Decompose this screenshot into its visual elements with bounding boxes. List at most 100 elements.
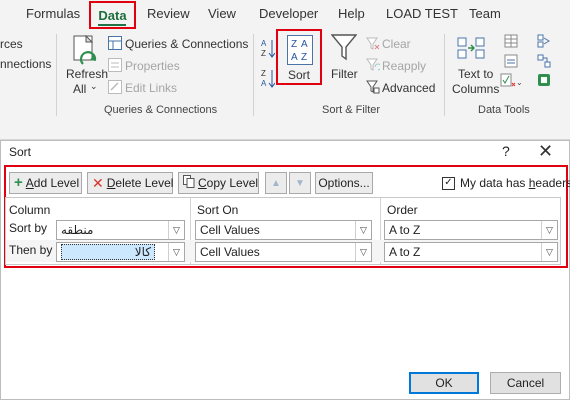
svg-text:Z: Z [261, 69, 266, 78]
separator [56, 34, 57, 116]
properties-icon [108, 58, 122, 77]
filter-button[interactable]: Filter [331, 67, 358, 81]
header-sort-on: Sort On [197, 203, 239, 217]
consolidate-icon[interactable] [537, 34, 551, 53]
order-select-value: A to Z [389, 245, 421, 259]
copy-level-button[interactable]: Copy Level [178, 172, 259, 194]
text-to-columns-label-2[interactable]: Columns [452, 82, 499, 96]
data-validation-icon[interactable]: ⌄ [500, 73, 523, 92]
sort-dialog: Sort ? ✕ + Add Level ✕ Delete Level Copy… [0, 140, 570, 400]
connections-label[interactable]: nnections [0, 57, 51, 71]
sort-on-select-value: Cell Values [200, 223, 260, 237]
add-level-button[interactable]: + Add Level [9, 172, 82, 194]
clear-button[interactable]: Clear [382, 37, 411, 51]
separator [253, 34, 254, 116]
tab-load-test[interactable]: LOAD TEST [386, 6, 458, 21]
column-select-value: كالا [61, 244, 155, 260]
tab-team[interactable]: Team [469, 6, 501, 21]
sort-button[interactable]: Z A A Z Sort [276, 29, 322, 85]
filter-icon[interactable] [330, 33, 358, 66]
order-select-row-2[interactable]: A to Z ▽ [384, 242, 558, 262]
refresh-all-label-2[interactable]: All [73, 82, 86, 96]
svg-text:A: A [261, 39, 267, 48]
text-to-columns-label[interactable]: Text to [458, 67, 493, 81]
chevron-down-icon[interactable]: ▽ [541, 243, 557, 261]
svg-text:A: A [291, 52, 298, 63]
sort-z-to-a-icon[interactable]: ZA [261, 68, 276, 95]
help-icon[interactable]: ? [502, 143, 510, 159]
move-down-button[interactable]: ▼ [289, 172, 311, 194]
sort-icon: Z A A Z [287, 35, 313, 70]
manage-data-model-icon[interactable] [537, 73, 551, 92]
column-select-row-1[interactable]: منطقه ▽ [56, 220, 185, 240]
headers-checkbox[interactable]: ✓ [442, 176, 455, 190]
row-label-then-by: Then by [9, 243, 53, 257]
tab-review[interactable]: Review [147, 6, 190, 21]
tab-formulas[interactable]: Formulas [26, 6, 80, 21]
tab-view[interactable]: View [208, 6, 236, 21]
remove-duplicates-icon[interactable] [504, 54, 518, 73]
chevron-down-icon[interactable]: ▽ [168, 221, 184, 239]
group-label-data-tools: Data Tools [478, 104, 530, 116]
chevron-down-icon[interactable]: ▽ [168, 243, 184, 261]
group-label-sort-filter: Sort & Filter [322, 104, 381, 116]
chevron-down-icon[interactable]: ▽ [355, 243, 371, 261]
group-label-queries: Queries & Connections [104, 104, 218, 116]
sort-on-select-value: Cell Values [200, 245, 260, 259]
chevron-down-icon[interactable]: ▽ [541, 221, 557, 239]
dialog-title: Sort [9, 145, 32, 159]
flash-fill-icon[interactable] [504, 34, 518, 53]
svg-text:⌄: ⌄ [516, 78, 522, 87]
clear-filter-icon [366, 37, 380, 56]
svg-text:Z: Z [301, 52, 307, 63]
copy-icon [183, 175, 195, 191]
chevron-down-icon[interactable]: ▽ [355, 221, 371, 239]
svg-text:Z: Z [291, 39, 297, 50]
sort-label: Sort [288, 68, 311, 82]
refresh-all-icon[interactable] [68, 34, 102, 68]
headers-checkbox-label: My data has headers [460, 176, 570, 190]
advanced-filter-icon [366, 80, 380, 99]
reapply-button[interactable]: Reapply [382, 59, 426, 73]
close-icon[interactable]: ✕ [538, 141, 553, 161]
order-select-row-1[interactable]: A to Z ▽ [384, 220, 558, 240]
refresh-all-label[interactable]: Refresh [66, 67, 108, 81]
tab-help[interactable]: Help [338, 6, 365, 21]
cancel-button[interactable]: Cancel [490, 372, 561, 394]
delete-x-icon: ✕ [92, 175, 104, 191]
sort-a-to-z-icon[interactable]: AZ [261, 38, 276, 65]
row-label-sort-by: Sort by [9, 221, 48, 235]
sort-on-select-row-2[interactable]: Cell Values ▽ [195, 242, 372, 262]
move-up-button[interactable]: ▲ [265, 172, 287, 194]
plus-icon: + [14, 174, 23, 191]
arrow-down-icon: ▼ [295, 177, 305, 189]
existing-connections-label[interactable]: rces [0, 37, 23, 51]
sort-on-select-row-1[interactable]: Cell Values ▽ [195, 220, 372, 240]
queries-connections-button[interactable]: Queries & Connections [125, 37, 248, 51]
sort-levels-grid: Column Sort On Order Sort by منطقه ▽ Cel… [5, 197, 561, 265]
text-to-columns-icon[interactable] [456, 36, 486, 69]
edit-links-icon [108, 80, 122, 99]
queries-connections-icon [108, 36, 122, 55]
header-column: Column [9, 203, 51, 217]
order-select-value: A to Z [389, 223, 421, 237]
svg-text:Z: Z [261, 49, 266, 58]
column-select-row-2[interactable]: كالا ▽ [56, 242, 185, 262]
delete-level-button[interactable]: ✕ Delete Level [87, 172, 173, 194]
separator [444, 34, 445, 116]
column-select-value: منطقه [61, 223, 94, 237]
svg-text:A: A [261, 79, 267, 88]
advanced-button[interactable]: Advanced [382, 81, 435, 95]
properties-button[interactable]: Properties [125, 59, 180, 73]
headers-checkbox-row[interactable]: ✓ My data has headers [442, 176, 570, 190]
edit-links-button[interactable]: Edit Links [125, 81, 177, 95]
active-tab-indicator [98, 24, 126, 26]
ok-button[interactable]: OK [409, 372, 479, 394]
header-order: Order [387, 203, 418, 217]
options-button[interactable]: Options... [315, 172, 373, 194]
tab-developer[interactable]: Developer [259, 6, 318, 21]
reapply-icon [366, 58, 382, 77]
ribbon: Formulas Data Review View Developer Help… [0, 0, 570, 140]
chevron-down-icon[interactable]: ⌄ [90, 81, 98, 92]
relationships-icon[interactable] [537, 54, 551, 73]
